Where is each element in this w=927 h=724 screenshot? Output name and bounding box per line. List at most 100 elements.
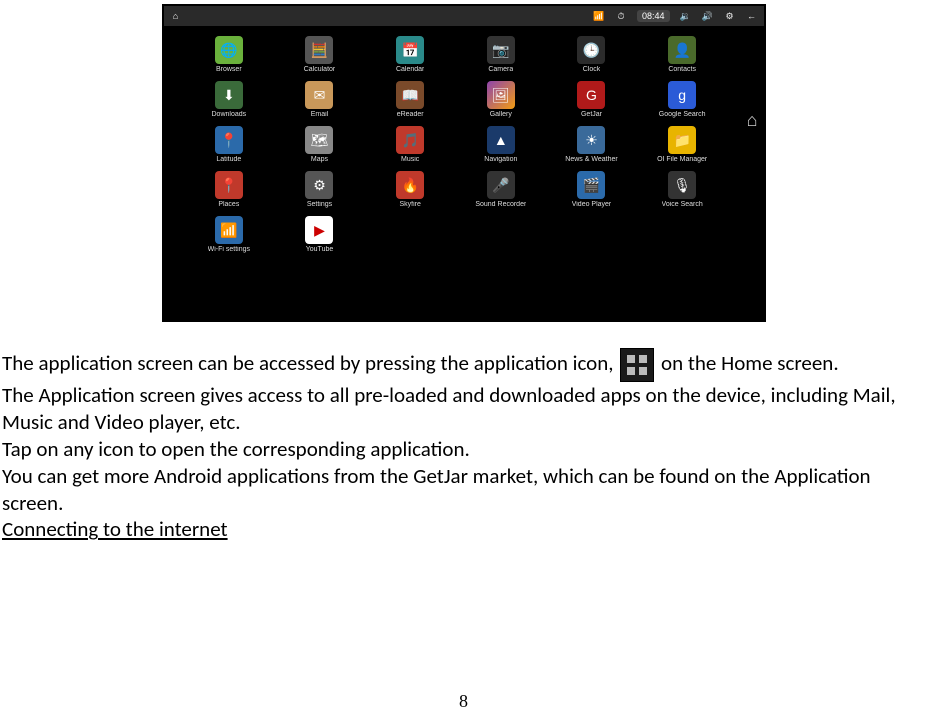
app-icon: 🖼 <box>487 81 515 109</box>
app-label: Music <box>401 156 419 163</box>
app-label: Sound Recorder <box>475 201 526 208</box>
app-contacts[interactable]: 👤 Contacts <box>637 34 728 75</box>
android-apps-screenshot: ⌂ 📶 ⏱ 08:44 🔉 🔊 ⚙ ← 🌐 Browser 🧮 Calculator 📅… <box>162 4 766 322</box>
page-number: 8 <box>0 691 927 712</box>
app-label: Clock <box>583 66 601 73</box>
app-calendar[interactable]: 📅 Calendar <box>365 34 456 75</box>
status-time: 08:44 <box>637 10 670 22</box>
app-icon: ▲ <box>487 126 515 154</box>
app-latitude[interactable]: 📍 Latitude <box>184 124 275 165</box>
app-downloads[interactable]: ⬇ Downloads <box>184 79 275 120</box>
app-email[interactable]: ✉ Email <box>274 79 365 120</box>
paragraph: You can get more Android applications fr… <box>2 463 925 517</box>
app-icon: 🎬 <box>577 171 605 199</box>
app-icon: G <box>577 81 605 109</box>
status-bar: ⌂ 📶 ⏱ 08:44 🔉 🔊 ⚙ ← <box>164 6 764 26</box>
text: on the Home screen. <box>656 350 838 376</box>
app-label: Maps <box>311 156 328 163</box>
app-oi-file-manager[interactable]: 📁 OI File Manager <box>637 124 728 165</box>
text: The application screen can be accessed b… <box>2 350 618 376</box>
paragraph: The application screen can be accessed b… <box>2 348 925 382</box>
app-icon: 🗺 <box>305 126 333 154</box>
app-icon: ▶ <box>305 216 333 244</box>
back-icon[interactable]: ← <box>746 10 758 22</box>
app-label: eReader <box>397 111 424 118</box>
clock-indicator-icon: ⏱ <box>615 10 627 22</box>
paragraph: The Application screen gives access to a… <box>2 382 925 436</box>
app-icon: 📁 <box>668 126 696 154</box>
app-maps[interactable]: 🗺 Maps <box>274 124 365 165</box>
app-icon: 📶 <box>215 216 243 244</box>
app-label: Google Search <box>659 111 706 118</box>
app-icon: 📷 <box>487 36 515 64</box>
app-voice-search[interactable]: 🎙 Voice Search <box>637 169 728 210</box>
app-video-player[interactable]: 🎬 Video Player <box>546 169 637 210</box>
app-label: Settings <box>307 201 332 208</box>
app-browser[interactable]: 🌐 Browser <box>184 34 275 75</box>
app-label: Voice Search <box>662 201 703 208</box>
app-getjar[interactable]: G GetJar <box>546 79 637 120</box>
app-label: Calculator <box>304 66 336 73</box>
app-skyfire[interactable]: 🔥 Skyfire <box>365 169 456 210</box>
app-label: Browser <box>216 66 242 73</box>
app-label: Email <box>311 111 329 118</box>
application-grid-icon <box>620 348 654 382</box>
app-label: News & Weather <box>565 156 617 163</box>
app-icon: 🎵 <box>396 126 424 154</box>
app-news-weather[interactable]: ☀ News & Weather <box>546 124 637 165</box>
app-navigation[interactable]: ▲ Navigation <box>455 124 546 165</box>
app-label: Downloads <box>212 111 247 118</box>
app-camera[interactable]: 📷 Camera <box>455 34 546 75</box>
app-youtube[interactable]: ▶ YouTube <box>274 214 365 255</box>
app-label: YouTube <box>306 246 334 253</box>
app-label: Places <box>218 201 239 208</box>
wifi-icon: 📶 <box>593 10 605 22</box>
settings-status-icon[interactable]: ⚙ <box>724 10 736 22</box>
volume-up-icon[interactable]: 🔊 <box>702 10 714 22</box>
app-calculator[interactable]: 🧮 Calculator <box>274 34 365 75</box>
app-icon: 📖 <box>396 81 424 109</box>
app-icon: 🔥 <box>396 171 424 199</box>
app-icon: g <box>668 81 696 109</box>
app-label: Calendar <box>396 66 424 73</box>
app-label: Contacts <box>668 66 696 73</box>
app-label: OI File Manager <box>657 156 707 163</box>
app-wi-fi-settings[interactable]: 📶 Wi-Fi settings <box>184 214 275 255</box>
app-ereader[interactable]: 📖 eReader <box>365 79 456 120</box>
app-settings[interactable]: ⚙ Settings <box>274 169 365 210</box>
app-icon: 🧮 <box>305 36 333 64</box>
home-icon[interactable]: ⌂ <box>170 10 182 22</box>
app-label: Wi-Fi settings <box>208 246 250 253</box>
app-icon: 📅 <box>396 36 424 64</box>
app-label: Skyfire <box>399 201 420 208</box>
app-label: GetJar <box>581 111 602 118</box>
app-icon: ⬇ <box>215 81 243 109</box>
app-grid: 🌐 Browser 🧮 Calculator 📅 Calendar 📷 Camera 🕒 Cloc… <box>164 26 764 263</box>
volume-down-icon[interactable]: 🔉 <box>680 10 692 22</box>
app-label: Navigation <box>484 156 517 163</box>
app-label: Camera <box>488 66 513 73</box>
app-icon: 📍 <box>215 126 243 154</box>
side-home-icon[interactable]: ⌂ <box>747 110 758 131</box>
app-icon: ☀ <box>577 126 605 154</box>
app-icon: 📍 <box>215 171 243 199</box>
app-icon: ⚙ <box>305 171 333 199</box>
app-label: Video Player <box>572 201 612 208</box>
app-label: Latitude <box>216 156 241 163</box>
app-icon: 👤 <box>668 36 696 64</box>
app-music[interactable]: 🎵 Music <box>365 124 456 165</box>
app-label: Gallery <box>490 111 512 118</box>
app-icon: 🕒 <box>577 36 605 64</box>
app-icon: 🎙 <box>668 171 696 199</box>
app-clock[interactable]: 🕒 Clock <box>546 34 637 75</box>
app-gallery[interactable]: 🖼 Gallery <box>455 79 546 120</box>
app-icon: ✉ <box>305 81 333 109</box>
section-heading: Connecting to the internet <box>2 516 925 543</box>
app-sound-recorder[interactable]: 🎤 Sound Recorder <box>455 169 546 210</box>
document-body: The application screen can be accessed b… <box>0 334 927 543</box>
app-places[interactable]: 📍 Places <box>184 169 275 210</box>
app-icon: 🌐 <box>215 36 243 64</box>
app-icon: 🎤 <box>487 171 515 199</box>
app-google-search[interactable]: g Google Search <box>637 79 728 120</box>
paragraph: Tap on any icon to open the correspondin… <box>2 436 925 463</box>
